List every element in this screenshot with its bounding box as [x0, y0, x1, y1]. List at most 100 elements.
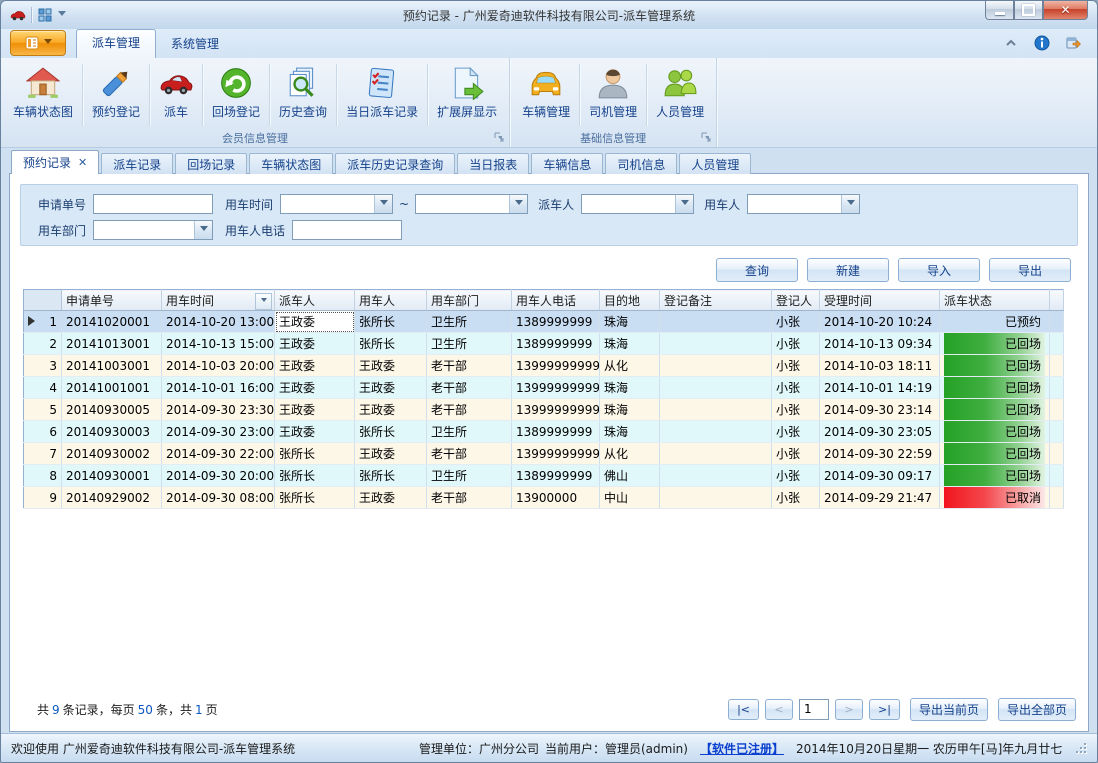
cell-use_time[interactable]: 2014-10-03 20:00 — [162, 355, 275, 377]
info-icon[interactable] — [1034, 35, 1050, 51]
cell-user[interactable]: 王政委 — [355, 399, 427, 421]
resize-grip[interactable] — [1075, 742, 1087, 754]
prev-page-button[interactable]: < — [765, 699, 793, 720]
request-no-input[interactable] — [93, 194, 213, 214]
row-indicator[interactable]: 5 — [24, 399, 62, 421]
ribbon-button[interactable]: 派车 — [150, 61, 202, 129]
cell-registrar[interactable]: 小张 — [772, 355, 820, 377]
ribbon-button[interactable]: 当日派车记录 — [337, 61, 427, 129]
export-button[interactable]: 导出 — [989, 258, 1071, 282]
table-row[interactable]: 8201409300012014-09-30 20:00张所长张所长卫生所138… — [24, 465, 1064, 487]
cell-destination[interactable]: 佛山 — [600, 465, 660, 487]
sort-filter-button[interactable] — [255, 293, 272, 310]
cell-user[interactable]: 王政委 — [355, 377, 427, 399]
cell-accept_time[interactable]: 2014-09-29 21:47 — [820, 487, 940, 509]
cell-accept_time[interactable]: 2014-10-03 18:11 — [820, 355, 940, 377]
cell-department[interactable]: 卫生所 — [427, 465, 512, 487]
row-indicator[interactable]: 6 — [24, 421, 62, 443]
row-indicator[interactable]: 3 — [24, 355, 62, 377]
dialog-launcher-icon[interactable] — [701, 132, 712, 143]
table-row[interactable]: 4201410010012014-10-01 16:00王政委王政委老干部139… — [24, 377, 1064, 399]
cell-registrar[interactable]: 小张 — [772, 311, 820, 333]
cell-phone[interactable]: 1389999999 — [512, 421, 600, 443]
cell-user[interactable]: 王政委 — [355, 487, 427, 509]
cell-destination[interactable]: 中山 — [600, 487, 660, 509]
cell-status[interactable]: 已回场 — [940, 443, 1050, 465]
cell-dispatcher[interactable]: 王政委 — [275, 333, 355, 355]
doc-tab[interactable]: 人员管理 — [679, 153, 751, 174]
import-button[interactable]: 导入 — [898, 258, 980, 282]
row-indicator[interactable]: 8 — [24, 465, 62, 487]
cell-dispatcher[interactable]: 王政委 — [275, 399, 355, 421]
cell-phone[interactable]: 13999999999 — [512, 399, 600, 421]
cell-registrar[interactable]: 小张 — [772, 465, 820, 487]
cell-phone[interactable]: 13999999999 — [512, 377, 600, 399]
cell-status[interactable]: 已回场 — [940, 333, 1050, 355]
cell-phone[interactable]: 1389999999 — [512, 465, 600, 487]
cell-phone[interactable]: 1389999999 — [512, 333, 600, 355]
cell-registrar[interactable]: 小张 — [772, 377, 820, 399]
ribbon-tab-dispatch[interactable]: 派车管理 — [76, 29, 156, 58]
cell-accept_time[interactable]: 2014-09-30 23:05 — [820, 421, 940, 443]
column-header-user[interactable]: 用车人 — [355, 290, 427, 311]
cell-remark[interactable] — [660, 443, 772, 465]
cell-user[interactable]: 张所长 — [355, 333, 427, 355]
collapse-ribbon-icon[interactable] — [1003, 35, 1019, 51]
table-row[interactable]: 2201410130012014-10-13 15:00王政委张所长卫生所138… — [24, 333, 1064, 355]
cell-request_no[interactable]: 20141001001 — [62, 377, 162, 399]
chevron-down-icon[interactable] — [58, 11, 66, 20]
doc-tab[interactable]: 回场记录 — [175, 153, 247, 174]
cell-accept_time[interactable]: 2014-09-30 22:59 — [820, 443, 940, 465]
cell-request_no[interactable]: 20141020001 — [62, 311, 162, 333]
cell-registrar[interactable]: 小张 — [772, 333, 820, 355]
license-link[interactable]: 【软件已注册】 — [700, 740, 784, 757]
user-combo[interactable] — [747, 194, 860, 214]
column-header-status[interactable]: 派车状态 — [940, 290, 1050, 311]
cell-request_no[interactable]: 20140930002 — [62, 443, 162, 465]
doc-tab[interactable]: 司机信息 — [605, 153, 677, 174]
row-indicator[interactable]: 9 — [24, 487, 62, 509]
row-indicator[interactable]: 7 — [24, 443, 62, 465]
column-header-accept_time[interactable]: 受理时间 — [820, 290, 940, 311]
column-header-destination[interactable]: 目的地 — [600, 290, 660, 311]
cell-use_time[interactable]: 2014-09-30 22:00 — [162, 443, 275, 465]
cell-destination[interactable]: 珠海 — [600, 377, 660, 399]
cell-status[interactable]: 已回场 — [940, 377, 1050, 399]
doc-tab[interactable]: 车辆状态图 — [249, 153, 333, 174]
export-all-pages-button[interactable]: 导出全部页 — [998, 698, 1076, 721]
ribbon-button[interactable]: 预约登记 — [83, 61, 149, 129]
chevron-down-icon[interactable] — [675, 195, 693, 213]
row-indicator[interactable]: 2 — [24, 333, 62, 355]
cell-remark[interactable] — [660, 311, 772, 333]
cell-request_no[interactable]: 20140930003 — [62, 421, 162, 443]
cell-accept_time[interactable]: 2014-10-13 09:34 — [820, 333, 940, 355]
cell-destination[interactable]: 从化 — [600, 443, 660, 465]
cell-department[interactable]: 卫生所 — [427, 311, 512, 333]
cell-remark[interactable] — [660, 355, 772, 377]
ribbon-button[interactable]: 扩展屏显示 — [428, 61, 506, 129]
minimize-button[interactable] — [985, 1, 1014, 20]
ribbon-button[interactable]: 车辆管理 — [513, 61, 579, 129]
row-indicator[interactable]: 1 — [24, 311, 62, 333]
cell-use_time[interactable]: 2014-10-01 16:00 — [162, 377, 275, 399]
cell-dispatcher[interactable]: 张所长 — [275, 487, 355, 509]
last-page-button[interactable]: >| — [869, 699, 900, 720]
layout-grid-icon[interactable] — [37, 7, 53, 23]
cell-dispatcher[interactable]: 王政委 — [275, 377, 355, 399]
cell-registrar[interactable]: 小张 — [772, 443, 820, 465]
cell-request_no[interactable]: 20140929002 — [62, 487, 162, 509]
cell-user[interactable]: 张所长 — [355, 421, 427, 443]
cell-destination[interactable]: 珠海 — [600, 333, 660, 355]
doc-tab[interactable]: 当日报表 — [457, 153, 529, 174]
cell-request_no[interactable]: 20140930005 — [62, 399, 162, 421]
new-button[interactable]: 新建 — [807, 258, 889, 282]
column-header-registrar[interactable]: 登记人 — [772, 290, 820, 311]
chevron-down-icon[interactable] — [841, 195, 859, 213]
close-tab-icon[interactable]: ✕ — [78, 156, 87, 169]
query-button[interactable]: 查询 — [716, 258, 798, 282]
first-page-button[interactable]: |< — [728, 699, 759, 720]
cell-request_no[interactable]: 20141003001 — [62, 355, 162, 377]
ribbon-button[interactable]: 人员管理 — [647, 61, 713, 129]
restore-button[interactable] — [1014, 1, 1043, 20]
table-row[interactable]: 5201409300052014-09-30 23:30王政委王政委老干部139… — [24, 399, 1064, 421]
